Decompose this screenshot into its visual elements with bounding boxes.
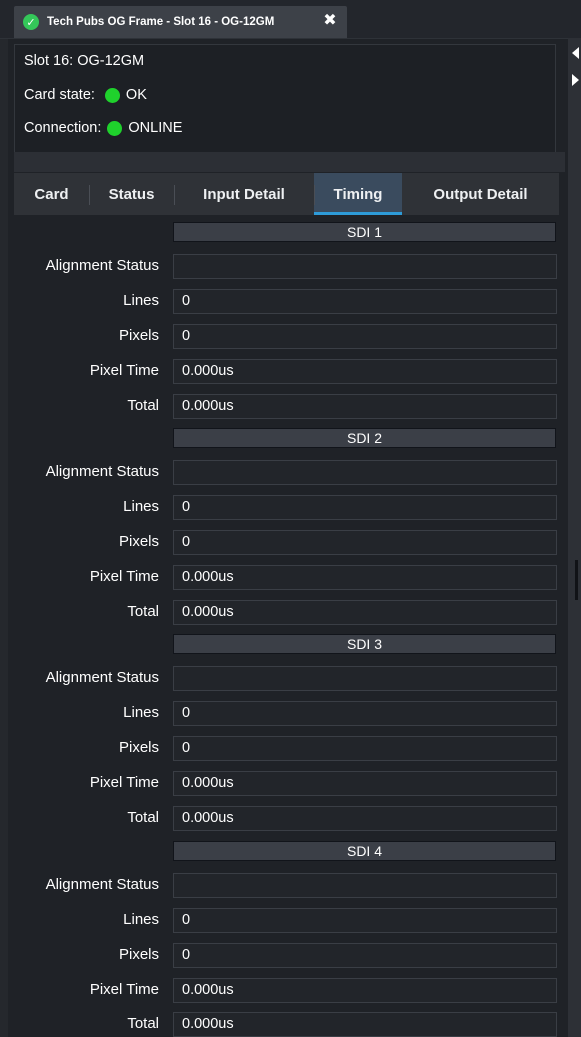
- pixels-field: 0: [173, 324, 557, 349]
- row-label: Alignment Status: [45, 876, 159, 893]
- card-state-led-icon: [104, 87, 120, 103]
- total-field: 0.000us: [173, 394, 557, 419]
- tab-timing-label: Timing: [333, 185, 383, 203]
- pixel-time-field: 0.000us: [173, 978, 557, 1003]
- pixels-field: 0: [173, 530, 557, 555]
- row-label: Pixel Time: [89, 774, 159, 791]
- panel-divider: [14, 152, 565, 172]
- section-header-sdi-4: SDI 4: [173, 841, 556, 861]
- connection-label: Connection:: [24, 120, 102, 136]
- connection-led-icon: [107, 120, 123, 136]
- row-label: Lines: [123, 292, 159, 309]
- tab-output-detail-label: Output Detail: [433, 185, 528, 203]
- row-label: Total: [127, 809, 159, 826]
- row-label: Total: [127, 603, 159, 620]
- tab-status-label: Status: [108, 185, 155, 203]
- pixels-field: 0: [173, 736, 557, 761]
- row-label: Lines: [123, 704, 159, 721]
- row-label: Pixel Time: [89, 568, 159, 585]
- tab-bar: Card Status Input Detail Timing Output D…: [14, 173, 559, 215]
- section-header-sdi-2: SDI 2: [173, 428, 556, 448]
- row-label: Alignment Status: [45, 669, 159, 686]
- lines-field: 0: [173, 908, 557, 933]
- scrollbar-handle[interactable]: [575, 560, 578, 600]
- tab-input-detail[interactable]: Input Detail: [174, 173, 314, 215]
- tab-input-detail-label: Input Detail: [203, 185, 285, 203]
- total-field: 0.000us: [173, 1012, 557, 1037]
- tab-card[interactable]: Card: [14, 173, 89, 215]
- pixel-time-field: 0.000us: [173, 565, 557, 590]
- row-label: Total: [127, 1015, 159, 1032]
- row-label: Pixels: [118, 533, 159, 550]
- ok-status-icon: ✓: [23, 14, 39, 30]
- row-label: Pixels: [118, 739, 159, 756]
- close-icon[interactable]: ✖: [321, 12, 339, 30]
- collapse-left-arrow-icon[interactable]: [572, 47, 579, 59]
- row-label: Lines: [123, 498, 159, 515]
- window-tab[interactable]: ✓ Tech Pubs OG Frame - Slot 16 - OG-12GM…: [14, 6, 347, 38]
- row-label: Pixel Time: [89, 981, 159, 998]
- connection-value: ONLINE: [128, 120, 183, 136]
- lines-field: 0: [173, 495, 557, 520]
- row-label: Alignment Status: [45, 463, 159, 480]
- alignment-status-field: [173, 460, 557, 485]
- section-header-sdi-3: SDI 3: [173, 634, 556, 654]
- left-border: [0, 0, 8, 1037]
- section-header-sdi-1: SDI 1: [173, 222, 556, 242]
- row-label: Pixels: [118, 327, 159, 344]
- expand-right-arrow-icon[interactable]: [572, 74, 579, 86]
- card-state-label: Card state:: [24, 87, 95, 103]
- right-edge-scrollbar[interactable]: [568, 38, 581, 1037]
- tab-output-detail[interactable]: Output Detail: [402, 173, 559, 215]
- page: ✓ Tech Pubs OG Frame - Slot 16 - OG-12GM…: [0, 0, 581, 1037]
- row-label: Alignment Status: [45, 257, 159, 274]
- lines-field: 0: [173, 701, 557, 726]
- pixel-time-field: 0.000us: [173, 359, 557, 384]
- window-titlebar: ✓ Tech Pubs OG Frame - Slot 16 - OG-12GM…: [0, 0, 581, 39]
- alignment-status-field: [173, 254, 557, 279]
- card-state-value: OK: [125, 87, 147, 103]
- total-field: 0.000us: [173, 806, 557, 831]
- alignment-status-field: [173, 873, 557, 898]
- tab-card-label: Card: [34, 185, 69, 203]
- row-label: Lines: [123, 911, 159, 928]
- slot-label: Slot 16: OG-12GM: [24, 53, 145, 69]
- row-label: Pixel Time: [89, 362, 159, 379]
- window-tab-title: Tech Pubs OG Frame - Slot 16 - OG-12GM: [47, 16, 275, 28]
- alignment-status-field: [173, 666, 557, 691]
- row-label: Pixels: [118, 946, 159, 963]
- tab-timing[interactable]: Timing: [314, 173, 402, 215]
- lines-field: 0: [173, 289, 557, 314]
- row-label: Total: [127, 397, 159, 414]
- tab-status[interactable]: Status: [89, 173, 174, 215]
- pixel-time-field: 0.000us: [173, 771, 557, 796]
- total-field: 0.000us: [173, 600, 557, 625]
- pixels-field: 0: [173, 943, 557, 968]
- card-state-line: Card state: OK: [24, 87, 147, 103]
- connection-line: Connection: ONLINE: [24, 120, 182, 136]
